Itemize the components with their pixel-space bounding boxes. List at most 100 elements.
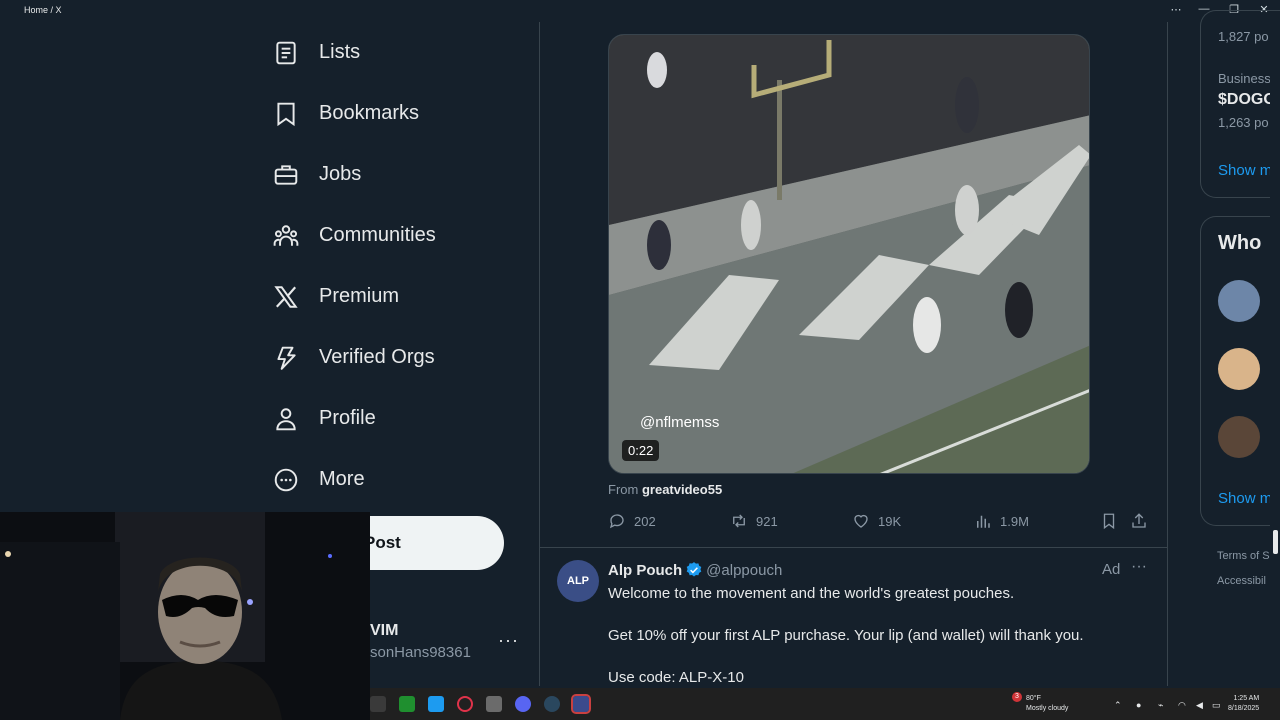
ad-label: Ad <box>1102 561 1121 578</box>
video-watermark: @nflmemss <box>640 414 720 431</box>
trend-post-count: 1,827 po <box>1218 29 1269 44</box>
trend-post-count-2: 1,263 po <box>1218 115 1269 130</box>
nav-label-profile: Profile <box>319 407 376 429</box>
share-button[interactable] <box>1130 512 1156 530</box>
share-icon <box>1132 513 1146 528</box>
window-menu-button[interactable]: ⋯ <box>1166 3 1186 16</box>
video-player[interactable]: @nflmemss 0:22 <box>608 34 1090 474</box>
briefcase-icon <box>274 164 298 185</box>
volume-icon[interactable]: ◀ <box>1196 700 1203 711</box>
taskbar-app-icon[interactable] <box>370 696 386 712</box>
repost-button[interactable]: 921 <box>730 512 778 530</box>
snipping-tool-icon[interactable] <box>486 696 502 712</box>
tray-usb-icon[interactable]: ⌁ <box>1158 700 1163 711</box>
more-circle-icon <box>274 468 298 491</box>
ad-header: Alp Pouch @alppouch <box>608 561 782 579</box>
weather-badge: 3 <box>1012 692 1022 702</box>
tweet-action-bar: 202 921 19K 1.9M <box>608 512 1150 534</box>
footer-terms-link[interactable]: Terms of S <box>1217 550 1270 562</box>
ad-author-handle[interactable]: @alppouch <box>706 562 782 579</box>
views-button[interactable]: 1.9M <box>974 512 1029 530</box>
tray-app-icon[interactable]: ● <box>1136 700 1141 710</box>
avatar[interactable] <box>1218 348 1260 390</box>
footer-accessibility-link[interactable]: Accessibil <box>1217 575 1266 587</box>
bookmark-icon <box>277 102 295 126</box>
twitter-app-icon[interactable] <box>428 696 444 712</box>
video-source: From greatvideo55 <box>608 482 722 497</box>
ad-more-button[interactable]: ··· <box>1131 558 1147 576</box>
lightning-icon <box>277 346 296 370</box>
reply-count: 202 <box>634 513 656 529</box>
nav-label-lists: Lists <box>319 41 361 63</box>
heart-icon <box>854 514 868 528</box>
nav-item-premium[interactable]: Premium <box>270 266 530 327</box>
scrollbar[interactable] <box>1270 22 1280 686</box>
reply-icon <box>609 514 624 529</box>
like-count: 19K <box>878 513 902 529</box>
show-more-follow-link[interactable]: Show m <box>1218 490 1272 507</box>
nav-item-communities[interactable]: Communities <box>270 205 530 266</box>
nav-item-profile[interactable]: Profile <box>270 388 530 449</box>
clock-time: 1:25 AM <box>1233 695 1260 702</box>
active-app-icon[interactable] <box>571 694 591 714</box>
account-handle: sonHans98361 <box>370 644 471 661</box>
ad-text-line-3: Use code: ALP-X-10 <box>608 669 744 686</box>
column-divider-left <box>539 22 540 686</box>
who-to-follow-heading: Who <box>1218 232 1262 254</box>
kick-app-icon[interactable] <box>399 696 415 712</box>
title-bar: Home / X ⋯ — ❐ ✕ <box>0 0 1280 22</box>
trend-name[interactable]: $DOGO <box>1218 91 1276 109</box>
nav-label-more: More <box>319 468 365 490</box>
views-chart-icon <box>977 515 990 528</box>
battery-icon[interactable]: ▭ <box>1212 700 1221 711</box>
opera-app-icon[interactable] <box>457 696 473 712</box>
ad-text-line-2: Get 10% off your first ALP purchase. You… <box>608 627 1084 644</box>
webcam-feed <box>0 512 370 720</box>
discord-app-icon[interactable] <box>515 696 531 712</box>
communities-icon <box>273 224 299 246</box>
list-icon <box>276 41 296 64</box>
nav-label-bookmarks: Bookmarks <box>319 102 420 124</box>
repost-icon <box>733 514 745 528</box>
avatar-text: ALP <box>567 575 589 587</box>
nav-item-jobs[interactable]: Jobs <box>270 144 530 205</box>
reply-button[interactable]: 202 <box>608 512 656 530</box>
taskbar-clock[interactable]: 1:25 AM 8/18/2025 <box>1228 694 1259 714</box>
nav-label-jobs: Jobs <box>319 163 362 185</box>
wifi-icon[interactable]: ◠ <box>1178 700 1186 711</box>
window-title: Home / X <box>24 5 62 15</box>
nav-item-verified-orgs[interactable]: Verified Orgs <box>270 327 530 388</box>
webcam-overlay <box>0 512 370 720</box>
nav-item-more[interactable]: More <box>270 449 530 510</box>
nav-item-bookmarks[interactable]: Bookmarks <box>270 83 530 144</box>
from-source-link[interactable]: greatvideo55 <box>642 482 722 497</box>
video-frame <box>609 35 1089 473</box>
scrollbar-thumb[interactable] <box>1273 530 1278 554</box>
tray-chevron-icon[interactable]: ⌃ <box>1114 700 1122 711</box>
avatar[interactable] <box>1218 416 1260 458</box>
ad-author-name[interactable]: Alp Pouch <box>608 562 682 579</box>
weather-widget[interactable]: 80°F Mostly cloudy <box>1026 694 1068 714</box>
taskbar <box>370 688 1280 720</box>
steam-app-icon[interactable] <box>544 696 560 712</box>
person-icon <box>276 407 296 430</box>
trend-category: Business <box>1218 71 1271 86</box>
x-logo-icon <box>274 285 298 308</box>
account-name: VIM <box>370 622 399 639</box>
column-divider-right <box>1167 22 1168 686</box>
nav-label-verified-orgs: Verified Orgs <box>319 346 435 368</box>
from-label: From <box>608 482 639 497</box>
verified-badge-icon <box>686 562 702 577</box>
bookmark-button[interactable] <box>1100 512 1126 530</box>
like-button[interactable]: 19K <box>852 512 901 530</box>
ad-text-line-1: Welcome to the movement and the world's … <box>608 585 1015 602</box>
account-more-button[interactable]: ··· <box>498 630 519 651</box>
nav-item-lists[interactable]: Lists <box>270 22 530 83</box>
avatar[interactable]: ALP <box>557 560 599 602</box>
show-more-trends-link[interactable]: Show m <box>1218 162 1272 179</box>
nav-label-premium: Premium <box>319 285 400 307</box>
avatar[interactable] <box>1218 280 1260 322</box>
views-count: 1.9M <box>1000 513 1029 529</box>
left-nav: Lists Bookmarks Jobs Communities Premium… <box>270 22 530 510</box>
repost-count: 921 <box>756 513 778 529</box>
